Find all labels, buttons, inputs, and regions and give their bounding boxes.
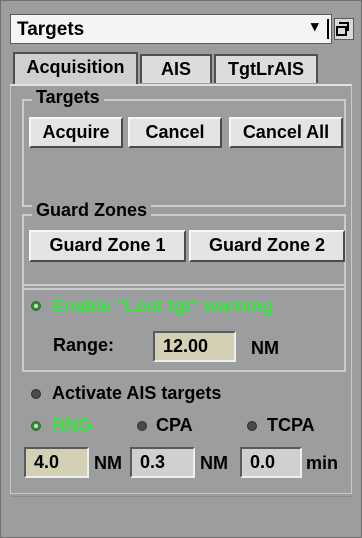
cpa-label[interactable]: CPA: [156, 415, 193, 436]
guard-zone-1-button[interactable]: Guard Zone 1: [29, 230, 186, 262]
tcpa-label[interactable]: TCPA: [267, 415, 315, 436]
cpa-input[interactable]: 0.3: [130, 447, 195, 478]
rng-unit: NM: [94, 453, 122, 473]
cancel-all-button[interactable]: Cancel All: [229, 117, 343, 148]
panel-title: Targets: [17, 19, 85, 40]
rng-value: 4.0: [34, 452, 60, 472]
panel-footer-divider: [10, 496, 352, 497]
panel-selector-dropdown[interactable]: Targets ▾: [10, 14, 332, 44]
cpa-unit: NM: [200, 453, 228, 473]
cancel-button-label: Cancel: [145, 122, 205, 142]
targets-group: [22, 99, 346, 207]
range-value: 12.00: [163, 336, 209, 356]
activate-ais-radio[interactable]: [31, 389, 41, 399]
tab-ais[interactable]: AIS: [140, 54, 212, 83]
guard-zone-1-label: Guard Zone 1: [49, 235, 166, 255]
restore-window-button[interactable]: [334, 18, 354, 40]
dropdown-separator: [327, 19, 329, 39]
guard-zone-2-label: Guard Zone 2: [208, 235, 325, 255]
range-unit: NM: [251, 338, 279, 358]
restore-window-icon-front: [336, 26, 347, 36]
cpa-value: 0.3: [140, 452, 166, 472]
cancel-all-button-label: Cancel All: [242, 122, 330, 142]
tcpa-input[interactable]: 0.0: [240, 447, 302, 478]
tab-tgtlrais[interactable]: TgtLrAIS: [214, 54, 318, 83]
range-input[interactable]: 12.00: [153, 331, 236, 362]
acquire-button[interactable]: Acquire: [29, 117, 123, 148]
tcpa-unit: min: [306, 453, 339, 473]
tab-acquisition[interactable]: Acquisition: [13, 52, 138, 85]
range-label: Range:: [53, 335, 115, 355]
tcpa-radio[interactable]: [247, 421, 257, 431]
tcpa-value: 0.0: [250, 452, 276, 472]
tab-label: Acquisition: [26, 57, 125, 77]
activate-ais-label[interactable]: Activate AIS targets: [52, 383, 221, 404]
lost-target-radio[interactable]: [31, 301, 41, 311]
triangle-down-icon: ▾: [311, 18, 319, 35]
rng-input[interactable]: 4.0: [24, 447, 89, 478]
targets-group-title: Targets: [32, 87, 104, 108]
tab-label: TgtLrAIS: [228, 59, 304, 79]
cpa-radio[interactable]: [137, 421, 147, 431]
lost-target-label[interactable]: Enable "Lost tgt" warning: [52, 296, 273, 317]
tab-label: AIS: [160, 59, 191, 79]
rng-radio[interactable]: [31, 421, 41, 431]
acquire-button-label: Acquire: [42, 122, 110, 142]
rng-label[interactable]: RNG: [52, 415, 92, 436]
guard-zone-2-button[interactable]: Guard Zone 2: [189, 230, 345, 262]
cancel-button[interactable]: Cancel: [128, 117, 222, 148]
guard-zones-group-title: Guard Zones: [32, 200, 152, 221]
